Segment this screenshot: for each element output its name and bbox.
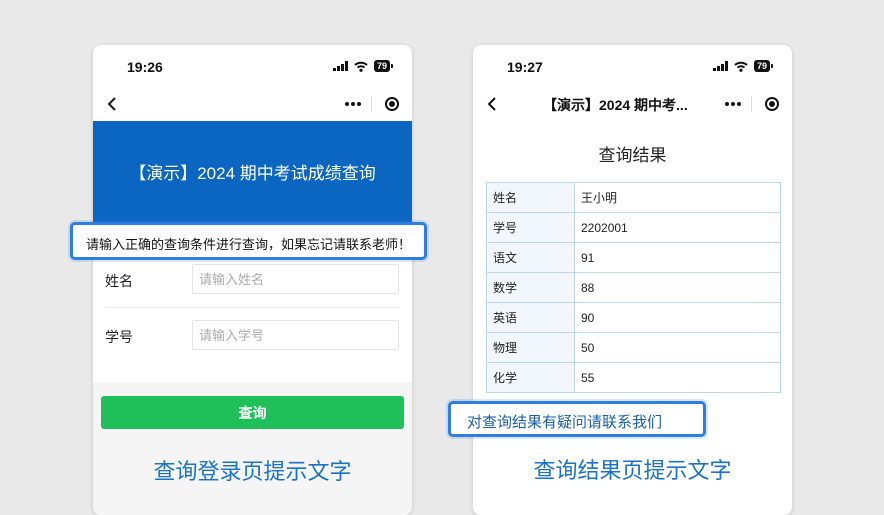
result-title: 查询结果	[598, 146, 667, 165]
login-phone-screen: 19:26 79 【演示】2024 期中考试成绩查询 姓名 请输入姓名 学号 请…	[93, 45, 412, 515]
status-time: 19:27	[507, 59, 543, 75]
name-row: 姓名	[105, 252, 400, 308]
query-form: 姓名 学号 查询 查询登录页提示文字	[93, 222, 412, 515]
table-value: 90	[574, 302, 781, 333]
nav-separator	[371, 96, 372, 112]
nav-bar	[93, 87, 412, 121]
table-key: 学号	[486, 212, 575, 243]
table-row: 英语 90	[486, 302, 781, 333]
chevron-left-icon[interactable]	[105, 95, 121, 113]
more-dots-icon[interactable]	[725, 102, 741, 106]
name-label: 姓名	[105, 273, 133, 289]
signal-icon	[712, 61, 728, 71]
table-value: 91	[574, 242, 781, 273]
status-icons: 79	[712, 60, 774, 72]
wifi-icon	[734, 61, 748, 72]
table-value: 50	[574, 332, 781, 363]
login-hint-text: 查询登录页提示文字	[153, 459, 352, 484]
table-value: 55	[574, 362, 781, 393]
status-bar: 19:27 79	[473, 45, 792, 87]
table-row: 物理 50	[486, 332, 781, 363]
banner: 【演示】2024 期中考试成绩查询	[93, 121, 412, 222]
result-phone-screen: 19:27 79 【演示】2024 期中考... 查询结果 姓名 王小明 学号 22…	[473, 45, 792, 515]
target-close-icon[interactable]	[765, 97, 779, 111]
signal-icon	[332, 61, 348, 71]
table-value: 2202001	[574, 212, 781, 243]
nav-title: 【演示】2024 期中考...	[543, 97, 688, 113]
result-table: 姓名 王小明 学号 2202001 语文 91 数学 88 英语 90 物理 50 化学 55	[486, 182, 781, 393]
result-hint-text: 查询结果页提示文字	[533, 458, 732, 483]
table-row: 姓名 王小明	[486, 182, 781, 213]
table-key: 语文	[486, 242, 575, 273]
name-input[interactable]	[192, 264, 399, 294]
battery-icon: 79	[373, 60, 394, 72]
table-key: 化学	[486, 362, 575, 393]
status-icons: 79	[332, 60, 394, 72]
form-card: 姓名 学号	[93, 252, 412, 382]
query-button[interactable]: 查询	[101, 396, 404, 429]
table-row: 学号 2202001	[486, 212, 781, 243]
table-value: 88	[574, 272, 781, 303]
nav-bar: 【演示】2024 期中考...	[473, 87, 792, 121]
banner-title: 【演示】2024 期中考试成绩查询	[129, 164, 376, 183]
student-id-input[interactable]	[192, 320, 399, 350]
table-row: 数学 88	[486, 272, 781, 303]
more-dots-icon[interactable]	[345, 102, 361, 106]
status-bar: 19:26 79	[93, 45, 412, 87]
login-tip-callout: 请输入正确的查询条件进行查询，如果忘记请联系老师！	[70, 222, 427, 260]
table-row: 语文 91	[486, 242, 781, 273]
nav-separator	[751, 96, 752, 112]
table-key: 姓名	[486, 182, 575, 213]
battery-icon: 79	[753, 60, 774, 72]
table-value: 王小明	[574, 182, 781, 213]
status-time: 19:26	[127, 59, 163, 75]
result-tip-callout: 对查询结果有疑问请联系我们	[448, 401, 706, 437]
table-row: 化学 55	[486, 362, 781, 393]
target-close-icon[interactable]	[385, 97, 399, 111]
table-key: 物理	[486, 332, 575, 363]
wifi-icon	[354, 61, 368, 72]
chevron-left-icon[interactable]	[485, 95, 501, 113]
table-key: 数学	[486, 272, 575, 303]
student-id-label: 学号	[105, 329, 133, 345]
table-key: 英语	[486, 302, 575, 333]
student-id-row: 学号	[105, 308, 400, 363]
